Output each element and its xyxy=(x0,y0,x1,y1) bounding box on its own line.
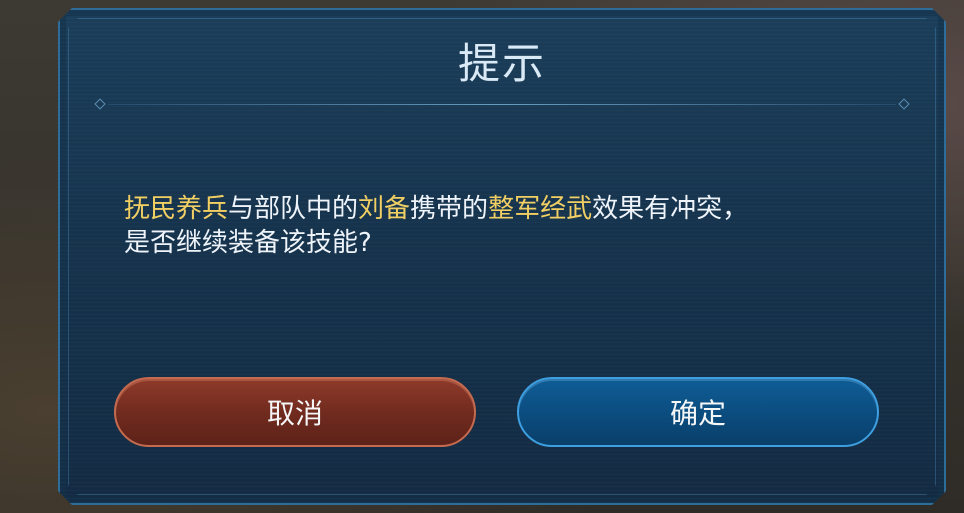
message-text: 携带的 xyxy=(410,194,489,224)
cancel-button[interactable]: 取消 xyxy=(114,377,476,447)
skill-name-own: 抚民养兵 xyxy=(124,194,229,224)
message-text: 效果有冲突， xyxy=(592,194,749,224)
message-line-1: 抚民养兵与部队中的刘备携带的整军经武效果有冲突， xyxy=(124,192,884,226)
confirm-button[interactable]: 确定 xyxy=(517,377,879,447)
skill-name-conflict: 整军经武 xyxy=(488,194,593,224)
confirm-button-label: 确定 xyxy=(669,397,726,430)
message-text: 与部队中的 xyxy=(228,194,359,224)
divider-ornament-left xyxy=(94,98,105,109)
dialog-title: 提示 xyxy=(457,39,546,88)
message-line-2: 是否继续装备该技能? xyxy=(124,228,372,258)
dialog-message: 抚民养兵与部队中的刘备携带的整军经武效果有冲突， 是否继续装备该技能? xyxy=(124,192,884,260)
cancel-button-label: 取消 xyxy=(266,397,323,430)
title-divider xyxy=(96,102,908,108)
general-name: 刘备 xyxy=(358,194,411,224)
conflict-dialog: 提示 抚民养兵与部队中的刘备携带的整军经武效果有冲突， 是否继续装备该技能? 取… xyxy=(58,8,946,505)
divider-ornament-right xyxy=(898,98,909,109)
divider-line xyxy=(108,104,896,105)
